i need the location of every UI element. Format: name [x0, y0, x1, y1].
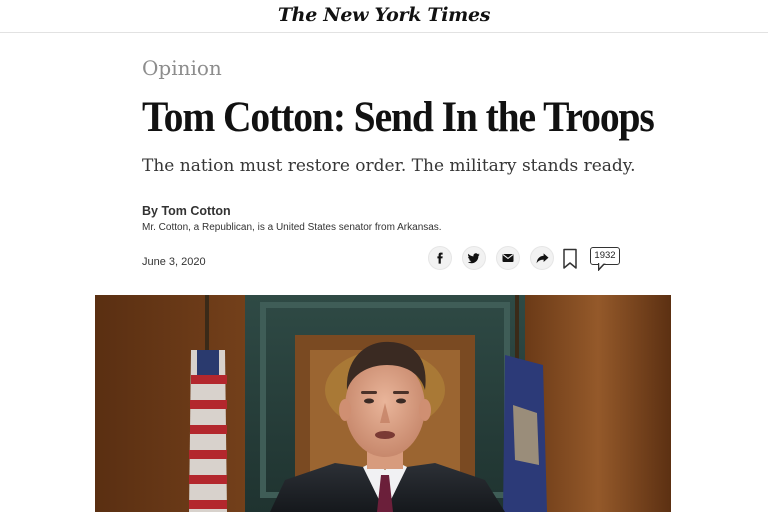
more-share-button[interactable] — [530, 246, 554, 270]
comment-count: 1932 — [594, 250, 616, 261]
share-toolbar: 1932 — [428, 246, 628, 272]
portrait-photo — [95, 295, 671, 512]
twitter-share-button[interactable] — [462, 246, 486, 270]
publish-date: June 3, 2020 — [142, 256, 206, 268]
nyt-logo[interactable]: The New York Times — [0, 4, 768, 26]
author-bio: Mr. Cotton, a Republican, is a United St… — [142, 222, 442, 233]
section-kicker[interactable]: Opinion — [142, 56, 222, 80]
facebook-icon — [437, 252, 443, 264]
byline[interactable]: By Tom Cotton — [142, 204, 231, 218]
lead-photo — [95, 295, 671, 512]
email-share-button[interactable] — [496, 246, 520, 270]
share-icon — [536, 252, 548, 263]
facebook-share-button[interactable] — [428, 246, 452, 270]
save-article-button[interactable] — [562, 248, 578, 270]
masthead: The New York Times — [0, 0, 768, 33]
twitter-icon — [468, 252, 480, 263]
headline: Tom Cotton: Send In the Troops — [142, 94, 655, 141]
comments-button[interactable]: 1932 — [590, 247, 620, 271]
comment-bubble-tail — [598, 263, 606, 271]
summary: The nation must restore order. The milit… — [142, 156, 636, 176]
bookmark-icon — [563, 248, 577, 269]
email-icon — [502, 254, 514, 262]
